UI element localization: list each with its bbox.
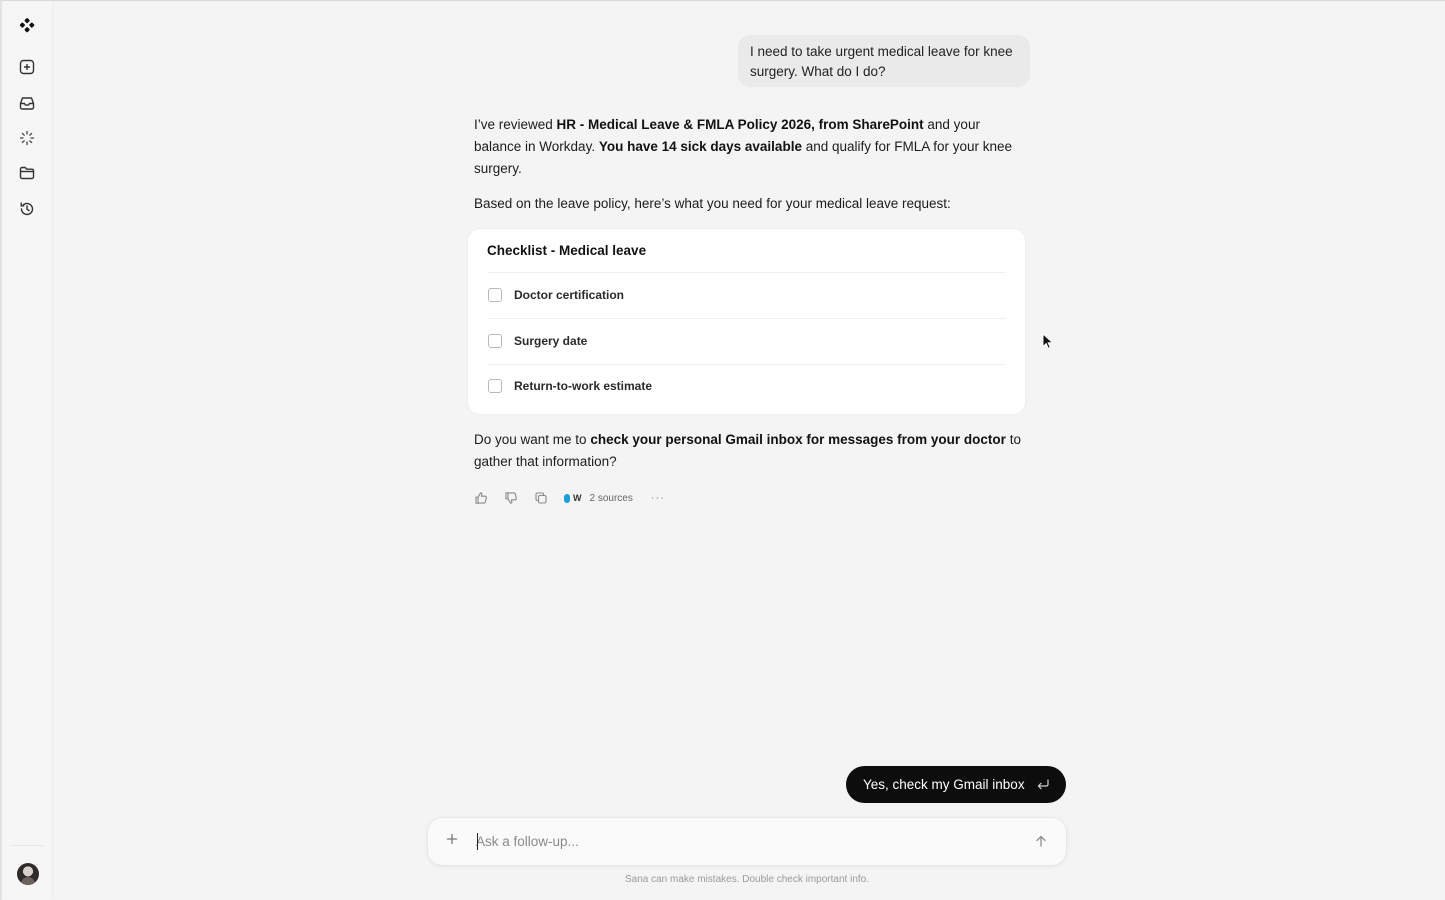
checkbox[interactable] (488, 379, 502, 393)
workday-icon: W (573, 493, 582, 503)
disclaimer: Sana can make mistakes. Double check imp… (624, 874, 869, 885)
new-chat-icon[interactable] (18, 58, 36, 76)
sidebar-divider (10, 845, 45, 846)
policy-reference: HR - Medical Leave & FMLA Policy 2026, f… (556, 117, 924, 132)
history-icon[interactable] (18, 200, 36, 218)
send-arrow-icon[interactable] (1034, 834, 1048, 848)
checklist-item-label: Surgery date (514, 334, 588, 348)
checklist-item[interactable]: Surgery date (488, 331, 1006, 351)
user-message-text: I need to take urgent medical leave for … (750, 44, 1013, 79)
add-attachment-icon[interactable] (445, 832, 459, 846)
checklist-item[interactable]: Doctor certification (488, 285, 1006, 305)
checklist-item[interactable]: Return-to-work estimate (488, 376, 1006, 396)
logo-icon[interactable] (18, 16, 36, 34)
enter-key-icon (1037, 779, 1049, 790)
more-options-icon[interactable]: ··· (651, 492, 665, 504)
divider (487, 318, 1006, 319)
divider (487, 364, 1006, 365)
text-caret (477, 833, 478, 850)
checkbox[interactable] (488, 288, 502, 302)
answer-intro: Based on the leave policy, here’s what y… (474, 196, 951, 211)
answer-summary: I’ve reviewed HR - Medical Leave & FMLA … (474, 114, 1026, 180)
question-text: Do you want me to (474, 432, 591, 447)
thumbs-up-icon[interactable] (474, 491, 488, 505)
avatar[interactable] (17, 863, 39, 885)
sources-button[interactable]: W 2 sources (564, 493, 633, 504)
loader-icon[interactable] (18, 129, 36, 147)
checklist-item-label: Return-to-work estimate (514, 379, 653, 393)
mouse-cursor-icon (1042, 333, 1054, 349)
thumbs-down-icon[interactable] (504, 491, 518, 505)
sources-label: 2 sources (589, 492, 633, 504)
suggestion-button[interactable]: Yes, check my Gmail inbox (846, 766, 1066, 803)
assistant-response: I’ve reviewed HR - Medical Leave & FMLA … (474, 114, 1026, 215)
divider (487, 272, 1006, 273)
checklist-card: Checklist - Medical leave Doctor certifi… (468, 229, 1025, 414)
composer (428, 818, 1066, 865)
question-emphasis: check your personal Gmail inbox for mess… (590, 432, 1006, 447)
checklist-item-label: Doctor certification (514, 288, 625, 302)
message-actions: W 2 sources ··· (474, 489, 665, 507)
assistant-question: Do you want me to check your personal Gm… (474, 429, 1026, 473)
user-message: I need to take urgent medical leave for … (738, 35, 1030, 87)
folder-icon[interactable] (18, 164, 36, 182)
sidebar (2, 1, 53, 899)
answer-text: I’ve reviewed (474, 117, 557, 132)
follow-up-input[interactable] (476, 830, 1016, 852)
copy-icon[interactable] (534, 491, 548, 505)
sick-days-balance: You have 14 sick days available (598, 139, 802, 154)
checkbox[interactable] (488, 334, 502, 348)
checklist-title: Checklist - Medical leave (487, 243, 647, 258)
inbox-icon[interactable] (18, 94, 36, 112)
sharepoint-icon (564, 493, 570, 503)
suggestion-label: Yes, check my Gmail inbox (863, 777, 1025, 792)
